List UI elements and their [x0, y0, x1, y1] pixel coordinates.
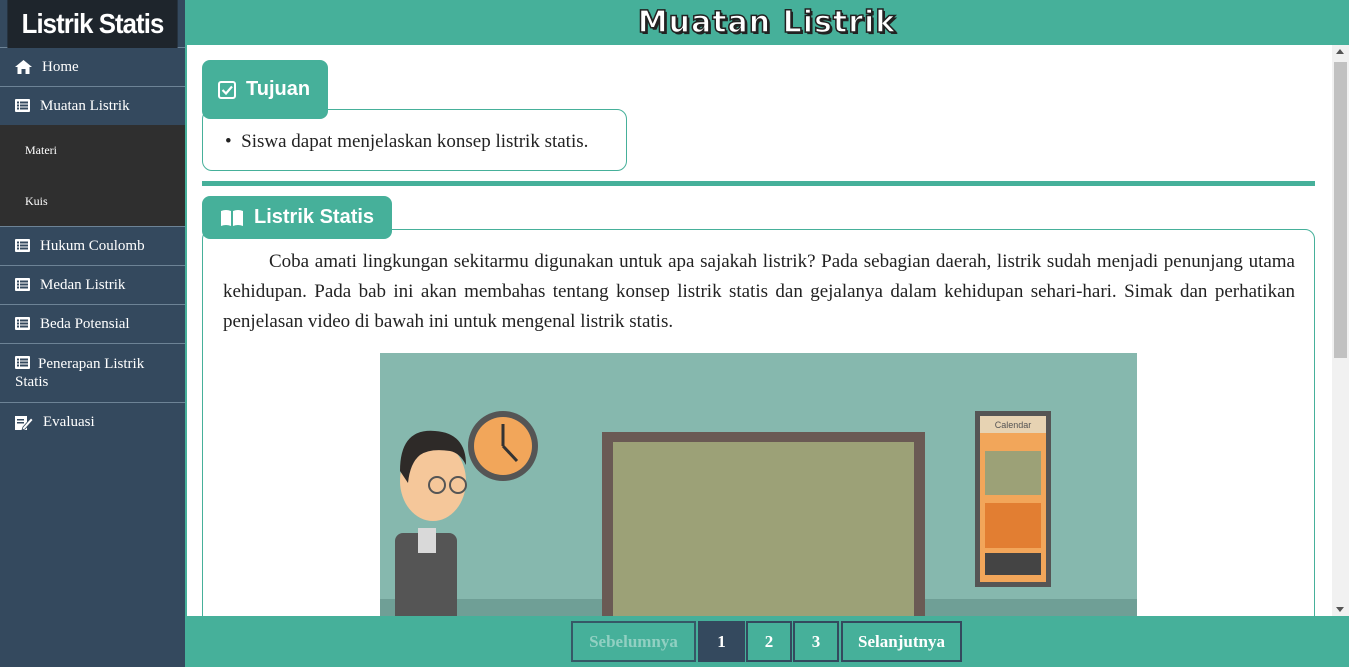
sidebar-item-hukum-coulomb[interactable]: Hukum Coulomb: [0, 226, 185, 266]
page-title: Muatan Listrik: [637, 4, 897, 41]
clock-icon: [468, 411, 538, 481]
calendar-label: Calendar: [995, 420, 1032, 430]
brand-title: Listrik Statis: [7, 0, 178, 48]
listrik-statis-heading: Listrik Statis: [202, 196, 393, 239]
sidebar-item-label: Medan Listrik: [40, 277, 126, 293]
sidebar-item-label: Muatan Listrik: [40, 98, 130, 114]
book-icon: [221, 209, 243, 226]
list-icon: [15, 317, 30, 330]
sidebar-item-label: Hukum Coulomb: [40, 238, 145, 254]
list-icon: [15, 278, 30, 291]
submenu-item-materi[interactable]: Materi: [0, 125, 185, 176]
scroll-up-arrow-icon[interactable]: [1336, 49, 1344, 54]
sidebar-item-muatan-listrik[interactable]: Muatan Listrik: [0, 86, 185, 125]
sidebar-item-label: Evaluasi: [43, 414, 95, 430]
listrik-statis-paragraph: Coba amati lingkungan sekitarmu digunaka…: [223, 251, 1295, 332]
previous-button[interactable]: Sebelumnya: [571, 621, 696, 662]
scroll-thumb[interactable]: [1334, 62, 1347, 358]
submenu-item-kuis[interactable]: Kuis: [0, 176, 185, 227]
calendar-icon: Calendar: [975, 411, 1051, 587]
edit-icon: [15, 416, 33, 430]
list-icon: [15, 99, 30, 112]
sidebar-item-label: Beda Potensial: [40, 316, 130, 332]
page-header: Muatan Listrik: [185, 0, 1349, 44]
sidebar: Listrik Statis Home Muatan Listrik Mater…: [0, 0, 185, 667]
list-item: • Siswa dapat menjelaskan konsep listrik…: [225, 131, 589, 152]
tujuan-item-text: Siswa dapat menjelaskan konsep listrik s…: [241, 131, 589, 152]
pagination: Sebelumnya 1 2 3 Selanjutnya: [185, 616, 1349, 667]
sidebar-item-home[interactable]: Home: [0, 47, 185, 87]
main-content[interactable]: • Siswa dapat menjelaskan konsep listrik…: [187, 45, 1349, 616]
scroll-down-arrow-icon[interactable]: [1336, 607, 1344, 612]
list-icon: [15, 239, 30, 252]
page-3-button[interactable]: 3: [793, 621, 839, 662]
sidebar-item-label: Home: [42, 59, 79, 75]
listrik-statis-heading-label: Listrik Statis: [254, 206, 375, 228]
checkbox-icon: [218, 80, 236, 99]
next-button[interactable]: Selanjutnya: [841, 621, 962, 662]
home-icon: [15, 60, 32, 74]
page-1-button[interactable]: 1: [698, 621, 745, 662]
page-2-button[interactable]: 2: [746, 621, 792, 662]
list-icon: [15, 356, 30, 369]
sidebar-item-penerapan-listrik-statis[interactable]: Penerapan Listrik Statis: [0, 343, 185, 403]
tujuan-heading: Tujuan: [202, 60, 329, 119]
sidebar-item-medan-listrik[interactable]: Medan Listrik: [0, 265, 185, 305]
submenu-muatan-listrik: Materi Kuis: [0, 125, 185, 227]
sidebar-item-evaluasi[interactable]: Evaluasi: [0, 402, 185, 441]
video-illustration: Calendar: [380, 353, 1137, 616]
vertical-scrollbar[interactable]: [1332, 45, 1349, 616]
video-player[interactable]: Calendar: [380, 353, 1137, 616]
sidebar-item-beda-potensial[interactable]: Beda Potensial: [0, 304, 185, 344]
sidebar-item-label: Penerapan Listrik Statis: [15, 356, 145, 390]
tujuan-heading-label: Tujuan: [246, 78, 311, 100]
divider: [202, 181, 1315, 186]
